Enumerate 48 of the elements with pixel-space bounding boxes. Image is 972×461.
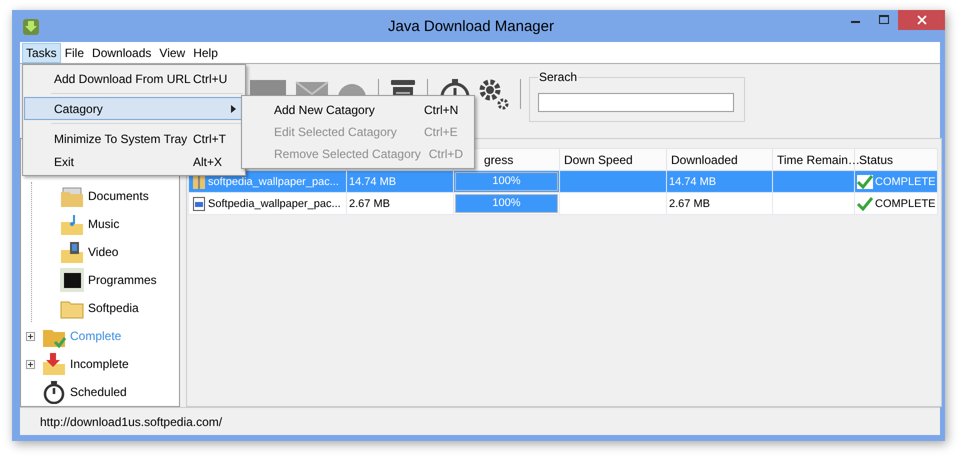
maximize-icon	[879, 15, 889, 25]
expand-icon[interactable]	[26, 360, 35, 368]
menu-item[interactable]: Catagory	[24, 97, 244, 120]
column-header[interactable]: Downloaded	[666, 148, 772, 170]
menu-item[interactable]: Tasks	[22, 42, 61, 62]
menu-item[interactable]: Downloads	[88, 42, 156, 62]
menu-item[interactable]: Help	[189, 42, 222, 62]
app-icon	[22, 18, 40, 36]
column-header[interactable]: Status	[854, 148, 938, 170]
menu-item[interactable]: Minimize To System Tray Ctrl+T	[24, 127, 244, 150]
stopwatch-icon	[42, 380, 66, 404]
expand-icon[interactable]	[26, 332, 35, 340]
window-title: Java Download Manager	[387, 17, 555, 37]
table-cell: 2.67 MB	[666, 192, 772, 214]
close-button[interactable]	[898, 10, 945, 30]
tree-item[interactable]: Programmes	[88, 273, 157, 287]
table-cell: 14.74 MB	[666, 170, 772, 192]
checkmark-icon	[857, 174, 873, 188]
folder-arrow-icon	[42, 352, 66, 376]
status-text: COMPLETE	[875, 197, 936, 210]
table-cell: 14.74 MB	[346, 170, 454, 192]
music-folder-icon	[60, 212, 84, 236]
menu-item[interactable]: View	[155, 42, 190, 62]
status-url: http://download1us.softpedia.com/	[40, 414, 222, 428]
progress-bar: 100%	[455, 194, 558, 213]
close-icon	[916, 15, 926, 25]
menu-item[interactable]: Exit Alt+X	[24, 150, 244, 173]
tree-item[interactable]: Music	[88, 217, 120, 231]
search-field[interactable]	[538, 93, 734, 112]
tree-item[interactable]: Video	[88, 245, 118, 259]
tree-item[interactable]: Documents	[88, 189, 149, 203]
video-folder-icon	[60, 240, 84, 264]
menu-item[interactable]: Add Download From URL Ctrl+U	[24, 67, 244, 90]
progress-bar: 100%	[455, 172, 558, 191]
tree-item[interactable]: Scheduled	[70, 385, 127, 399]
status-text: COMPLETE	[875, 175, 936, 188]
menu-item[interactable]: File	[60, 42, 88, 62]
menu-item[interactable]: Add New Catagory Ctrl+N	[242, 99, 474, 121]
column-header[interactable]: Down Speed	[560, 148, 666, 170]
table-cell: 2.67 MB	[346, 192, 454, 214]
file-name: softpedia_wallpaper_pac...	[208, 175, 339, 188]
tree-item[interactable]: Softpedia	[88, 301, 139, 315]
download-row[interactable]: Softpedia_wallpaper_pac... 2.67 MB 100% 2.67 MB COMPLETE	[188, 192, 938, 214]
monitor-folder-icon	[60, 268, 84, 292]
file-name: Softpedia_wallpaper_pac...	[208, 197, 341, 210]
search-label: Serach	[538, 70, 578, 84]
image-file-icon	[193, 196, 205, 210]
tree-item[interactable]: Incomplete	[70, 357, 129, 371]
